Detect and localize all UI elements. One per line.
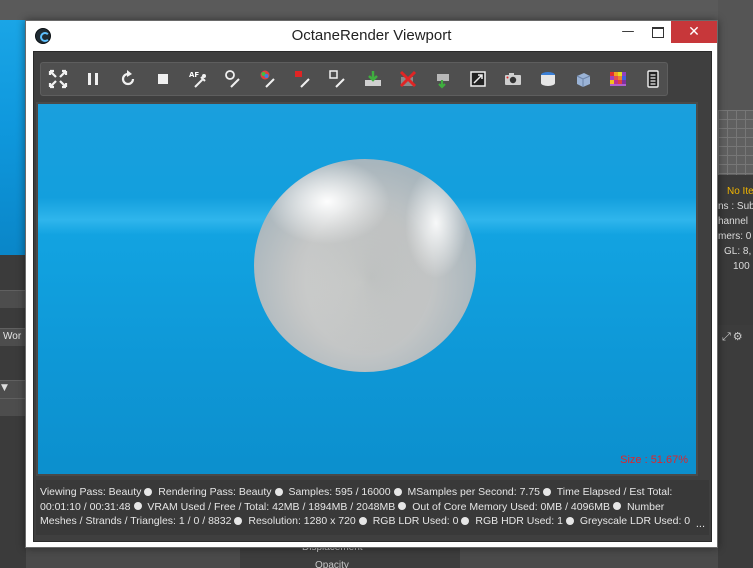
render-viewport[interactable]: Size : 51.67% (36, 102, 698, 476)
white-balance-picker-icon (260, 70, 275, 88)
restart-icon (121, 70, 134, 86)
title-bar[interactable]: OctaneRender Viewport — ✕ (26, 21, 717, 51)
status-msamples: MSamples per Second: 7.75 (408, 486, 555, 498)
status-rgb-hdr: RGB HDR Used: 1 (475, 515, 577, 527)
host-app-bottom-label: Opacity (315, 560, 349, 568)
status-meshes: Meshes / Strands / Triangles: 1 / 0 / 88… (40, 515, 245, 527)
stop-icon (157, 74, 168, 84)
host-app-left-tab[interactable] (0, 290, 26, 308)
render-status-bar: Viewing Pass: Beauty Rendering Pass: Bea… (36, 480, 709, 535)
disable-icon (399, 70, 416, 88)
zoom-picker-button[interactable] (219, 66, 246, 92)
color-grid-icon (609, 72, 626, 86)
camera-target-button[interactable] (429, 66, 456, 92)
octane-viewport-window: OctaneRender Viewport — ✕ AF Size: 51.6… (25, 20, 718, 548)
host-app-left-label: Wor (3, 331, 22, 342)
status-samples: Samples: 595 / 16000 (288, 486, 404, 498)
pause-icon (87, 73, 98, 85)
host-app-top-bar (0, 0, 753, 20)
host-app-info-line: hannel (718, 216, 749, 227)
save-image-icon (540, 72, 555, 86)
zoom-picker-icon (224, 70, 240, 88)
cube-icon (576, 73, 590, 87)
gear-icon[interactable]: ⤢⚙ (722, 330, 753, 348)
status-time-elapsed: 00:01:10 / 00:31:48 (40, 501, 145, 513)
settings-panel-icon (646, 70, 659, 88)
status-resolution: Resolution: 1280 x 720 (248, 515, 369, 527)
status-vram: VRAM Used / Free / Total: 42MB / 1894MB … (147, 501, 409, 513)
host-app-info-line: ns : Sub (718, 201, 753, 212)
minimize-button[interactable]: — (614, 21, 642, 43)
import-button[interactable] (359, 66, 386, 92)
material-picker-button[interactable] (289, 66, 316, 92)
status-viewing-pass: Viewing Pass: Beauty (40, 486, 155, 498)
host-app-left-viewport (0, 20, 26, 255)
svg-text:AF: AF (189, 71, 199, 79)
close-button[interactable]: ✕ (671, 21, 717, 43)
stop-button[interactable] (149, 66, 176, 92)
cube-button[interactable] (569, 66, 596, 92)
host-app-info-line: No Ite (727, 186, 753, 197)
restart-button[interactable] (114, 66, 141, 92)
status-out-of-core: Out of Core Memory Used: 0MB / 4096MB (412, 501, 624, 513)
chevron-down-icon[interactable]: ▼ (1, 383, 8, 393)
host-app-right-grid (718, 110, 753, 175)
viewport-client-area: AF Size: 51.67% Viewing Pass: Beauty Re… (33, 51, 712, 542)
recenter-view-icon (48, 69, 67, 89)
camera-button[interactable] (499, 66, 526, 92)
save-image-button[interactable] (534, 66, 561, 92)
region-render-button[interactable] (464, 66, 491, 92)
status-line-3: Meshes / Strands / Triangles: 1 / 0 / 88… (40, 514, 705, 529)
disable-button[interactable] (394, 66, 421, 92)
settings-panel-button[interactable] (639, 66, 666, 92)
host-app-info-line: mers: 0 (718, 231, 752, 242)
region-render-icon (469, 71, 486, 87)
render-toolbar: AF (40, 62, 668, 96)
render-size-readout: Size : 51.67% (620, 454, 688, 466)
white-balance-picker-button[interactable] (254, 66, 281, 92)
host-app-info-line: GL: 8, (724, 246, 752, 257)
material-picker-icon (294, 71, 310, 88)
status-more-button[interactable]: ... (696, 517, 705, 532)
status-time-label: Time Elapsed / Est Total: (556, 486, 673, 498)
sphere-shading (294, 184, 434, 354)
autofocus-picker-icon: AF (189, 71, 206, 88)
maximize-button[interactable] (643, 21, 671, 43)
object-picker-icon (328, 70, 345, 88)
autofocus-picker-button[interactable]: AF (184, 66, 211, 92)
pause-button[interactable] (79, 66, 106, 92)
host-app-info-line: 100 (733, 261, 750, 272)
status-greyscale-ldr: Greyscale LDR Used: 0 (579, 515, 691, 527)
status-rendering-pass: Rendering Pass: Beauty (158, 486, 285, 498)
import-icon (364, 71, 381, 86)
status-line-1: Viewing Pass: Beauty Rendering Pass: Bea… (40, 485, 705, 500)
color-grid-button[interactable] (604, 66, 631, 92)
recenter-view-button[interactable] (44, 66, 71, 92)
object-picker-button[interactable] (324, 66, 351, 92)
camera-target-icon (436, 74, 449, 89)
camera-icon (504, 73, 521, 85)
status-number-label: Number (626, 500, 665, 513)
status-line-2: 00:01:10 / 00:31:48 VRAM Used / Free / T… (40, 500, 705, 515)
status-rgb-ldr: RGB LDR Used: 0 (373, 515, 473, 527)
host-app-left-tab[interactable] (0, 398, 26, 416)
